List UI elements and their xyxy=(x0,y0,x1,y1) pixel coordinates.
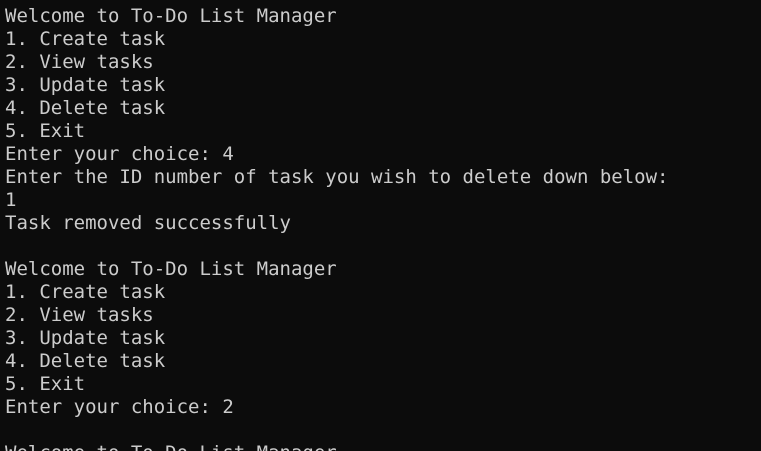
terminal-line: Enter your choice: 4 xyxy=(5,143,234,165)
terminal-line: Enter the ID number of task you wish to … xyxy=(5,166,669,188)
terminal-line: 4. Delete task xyxy=(5,97,166,119)
terminal-line: Welcome to To-Do List Manager xyxy=(5,258,337,280)
terminal-line: 5. Exit xyxy=(5,120,86,142)
terminal-line: 1. Create task xyxy=(5,28,166,50)
terminal-line: 2. View tasks xyxy=(5,304,154,326)
terminal-line: 5. Exit xyxy=(5,373,86,395)
terminal-line: Welcome to To-Do List Manager xyxy=(5,5,337,27)
terminal-line: 3. Update task xyxy=(5,327,166,349)
terminal-line: 3. Update task xyxy=(5,74,166,96)
terminal-line: 2. View tasks xyxy=(5,51,154,73)
terminal-line: Welcome to To-Do List Manager xyxy=(5,442,761,451)
terminal-line: 1 xyxy=(5,189,17,211)
terminal-line: Enter your choice: 2 xyxy=(5,396,234,418)
terminal-line: Task removed successfully xyxy=(5,212,291,234)
terminal-line: 1. Create task xyxy=(5,281,166,303)
terminal-line: 4. Delete task xyxy=(5,350,166,372)
terminal-output[interactable]: Welcome to To-Do List Manager 1. Create … xyxy=(0,0,761,451)
